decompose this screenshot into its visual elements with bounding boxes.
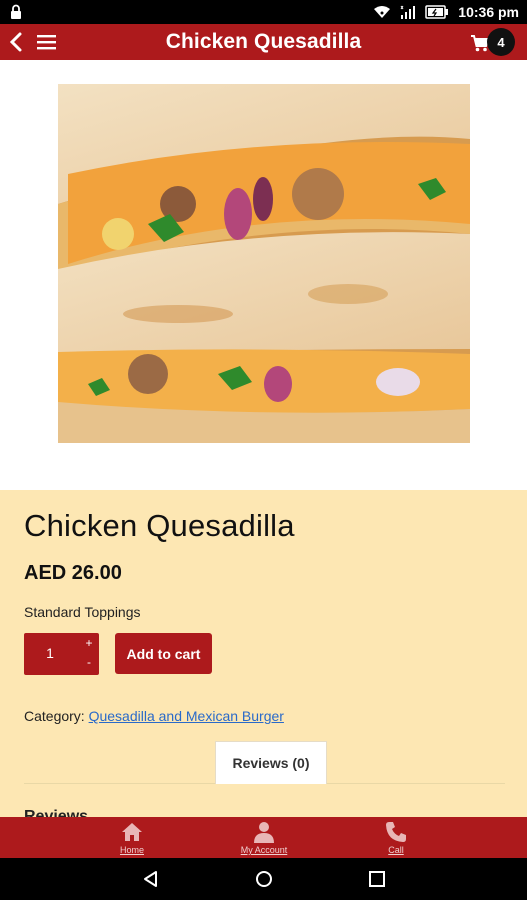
nav-my-account[interactable]: My Account: [230, 817, 298, 858]
bottom-navigation: Home My Account Call: [0, 817, 527, 858]
category-line: Category: Quesadilla and Mexican Burger: [24, 708, 284, 724]
quantity-value[interactable]: 1: [24, 645, 76, 661]
signal-icon: [400, 4, 416, 20]
category-label: Category:: [24, 708, 85, 724]
nav-account-label: My Account: [240, 845, 288, 855]
lock-icon: [10, 4, 22, 20]
page-title: Chicken Quesadilla: [165, 30, 362, 53]
home-icon: [120, 819, 144, 845]
status-time: 10:36 pm: [458, 4, 519, 20]
tab-reviews[interactable]: Reviews (0): [215, 741, 327, 784]
nav-home-label: Home: [119, 845, 144, 855]
nav-home[interactable]: Home: [105, 817, 159, 858]
battery-icon: [425, 5, 449, 19]
product-details: Chicken Quesadilla AED 26.00 Standard To…: [0, 490, 527, 817]
toppings-label: Standard Toppings: [24, 604, 141, 620]
quantity-stepper[interactable]: 1 + -: [24, 633, 99, 675]
home-circle-icon[interactable]: [254, 869, 274, 889]
nav-call[interactable]: Call: [376, 817, 416, 858]
reviews-heading: Reviews: [24, 808, 89, 817]
wifi-icon: [373, 5, 391, 19]
product-price: AED 26.00: [24, 562, 122, 584]
quantity-increment-button[interactable]: +: [82, 636, 96, 650]
back-triangle-icon[interactable]: [141, 869, 161, 889]
quantity-decrement-button[interactable]: -: [82, 655, 96, 669]
recents-square-icon[interactable]: [367, 869, 387, 889]
category-link[interactable]: Quesadilla and Mexican Burger: [89, 708, 284, 724]
status-bar: 10:36 pm: [0, 0, 527, 24]
product-image-area: [0, 60, 527, 490]
phone-icon: [384, 819, 408, 845]
product-title: Chicken Quesadilla: [24, 508, 295, 543]
system-navigation-bar: [0, 858, 527, 900]
cart-count-badge[interactable]: 4: [487, 28, 515, 56]
product-image: [58, 84, 470, 443]
app-bar: Chicken Quesadilla 4: [0, 24, 527, 60]
nav-call-label: Call: [388, 845, 404, 855]
add-to-cart-button[interactable]: Add to cart: [115, 633, 212, 674]
account-icon: [252, 819, 276, 845]
